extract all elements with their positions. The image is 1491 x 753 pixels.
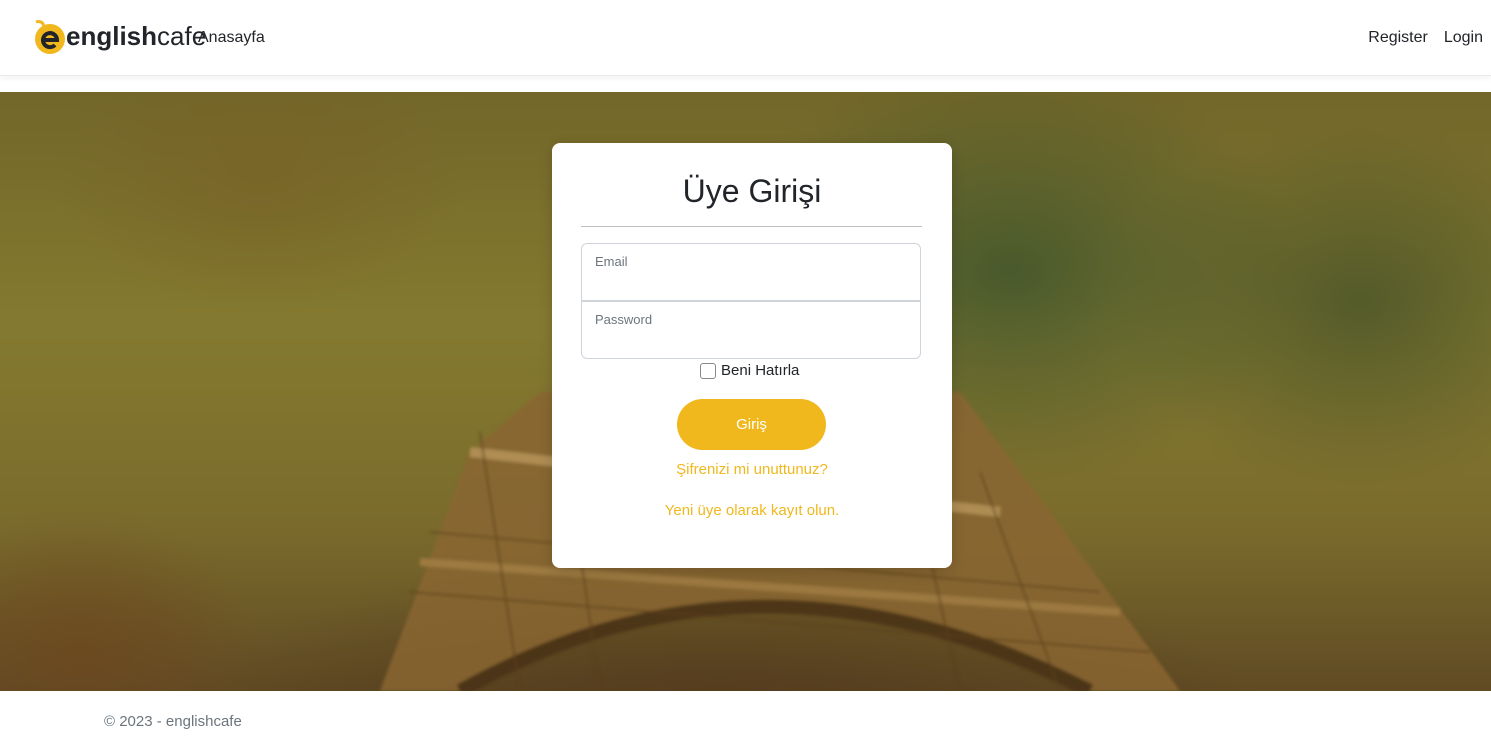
register-link[interactable]: Register — [1368, 29, 1428, 47]
auth-nav: Register Login — [1368, 29, 1483, 47]
login-link[interactable]: Login — [1444, 29, 1483, 47]
remember-me-label: Beni Hatırla — [721, 362, 800, 379]
page-footer: © 2023 - englishcafe — [0, 691, 1491, 753]
login-card: Üye Girişi Email Password Beni Hatırla G… — [552, 143, 952, 568]
login-submit-button[interactable]: Giriş — [677, 399, 826, 450]
remember-me-checkbox[interactable] — [700, 362, 716, 379]
remember-me[interactable]: Beni Hatırla — [700, 362, 799, 379]
forgot-password-link[interactable]: Şifrenizi mi unuttunuz? — [552, 461, 952, 478]
title-divider — [581, 226, 922, 227]
footer-copyright: © 2023 - englishcafe — [104, 713, 242, 730]
englishcafe-logo-icon — [34, 16, 68, 56]
password-label: Password — [595, 312, 653, 327]
hero-section: Üye Girişi Email Password Beni Hatırla G… — [0, 92, 1491, 691]
email-input[interactable] — [594, 272, 908, 296]
brand-name: englishcafe — [66, 16, 206, 56]
email-field[interactable]: Email — [581, 243, 921, 301]
register-new-member-link[interactable]: Yeni üye olarak kayıt olun. — [552, 502, 952, 519]
top-navbar: englishcafe Anasayfa Register Login — [0, 0, 1491, 76]
password-input[interactable] — [594, 330, 908, 354]
email-label: Email — [595, 254, 628, 269]
nav-home-link[interactable]: Anasayfa — [198, 29, 265, 47]
password-field[interactable]: Password — [581, 301, 921, 359]
brand-logo-link[interactable]: englishcafe — [34, 14, 206, 58]
brand-name-bold: english — [66, 21, 158, 51]
login-title: Üye Girişi — [682, 173, 822, 209]
